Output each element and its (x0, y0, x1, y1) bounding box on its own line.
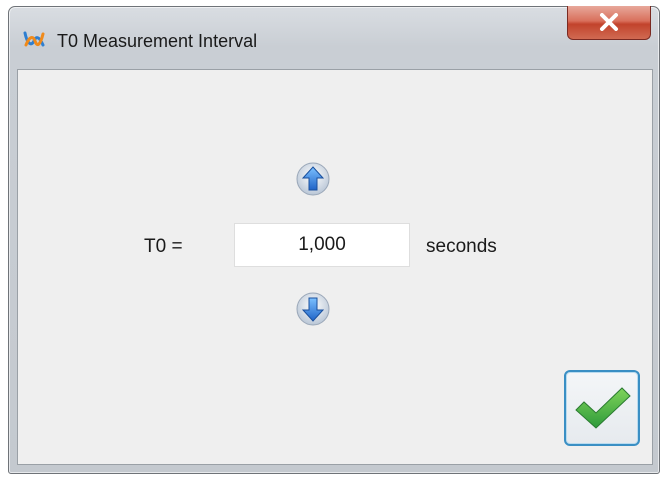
decrease-button[interactable] (296, 292, 330, 326)
title-bar[interactable]: T0 Measurement Interval (9, 6, 659, 69)
checkmark-icon (575, 387, 631, 429)
close-icon (600, 13, 618, 31)
dialog-content: T0 = 1,000 seconds (17, 69, 653, 465)
unit-label: seconds (426, 236, 497, 257)
close-button[interactable] (567, 6, 651, 40)
t0-label: T0 = (144, 236, 183, 257)
arrow-down-icon (296, 292, 330, 326)
arrow-up-icon (296, 162, 330, 196)
dialog-window: T0 Measurement Interval T0 = 1,000 secon… (8, 6, 660, 474)
increase-button[interactable] (296, 162, 330, 196)
window-title: T0 Measurement Interval (57, 31, 258, 51)
app-logo-icon (23, 29, 45, 51)
confirm-button[interactable] (564, 370, 640, 446)
interval-value-field[interactable]: 1,000 (234, 223, 410, 267)
